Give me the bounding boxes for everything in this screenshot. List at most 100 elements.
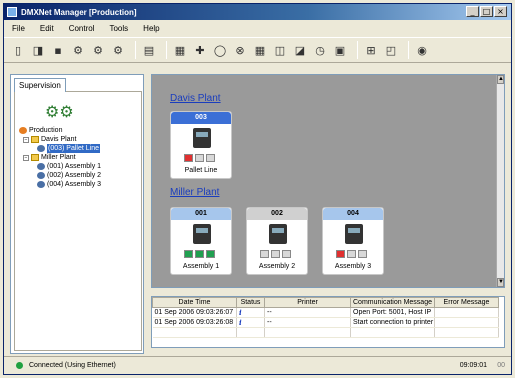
toolbar: ▯ ◨ ▪ ⚙ ⚙ ⚙ ▤ ▦ ✚ ◯ ⊗ ▦ ◫ ◪ ◷ ▣ ⊞ ◰ ◉ bbox=[4, 37, 511, 63]
status-leds bbox=[184, 154, 215, 162]
device-card-002[interactable]: 002 Assembly 2 bbox=[246, 207, 308, 275]
tree-item-label: (001) Assembly 1 bbox=[47, 163, 102, 170]
led-red bbox=[184, 154, 193, 162]
log-datetime: 01 Sep 2006 09:03:26:07 bbox=[152, 307, 237, 318]
status-indicator: 00 bbox=[497, 362, 505, 369]
column-header[interactable]: Communication Message bbox=[350, 297, 435, 308]
column-header[interactable]: Error Message bbox=[434, 297, 499, 308]
tree-item-label: (003) Pallet Line bbox=[47, 144, 100, 153]
tree-item-label: Davis Plant bbox=[41, 136, 77, 143]
info-icon: i bbox=[236, 317, 265, 328]
scroll-up-icon[interactable]: ▲ bbox=[497, 75, 504, 84]
tab-supervision[interactable]: Supervision bbox=[14, 78, 66, 92]
tree-item-assembly-3[interactable]: (004) Assembly 3 bbox=[19, 180, 101, 189]
connect-icon[interactable]: ⚙ bbox=[70, 42, 86, 58]
toolbar-separator bbox=[135, 41, 136, 59]
close-button[interactable]: × bbox=[494, 6, 507, 17]
tree-item-miller-plant[interactable]: − Miller Plant bbox=[19, 153, 101, 162]
device-label: Pallet Line bbox=[184, 167, 218, 174]
device-card-001[interactable]: 001 Assembly 1 bbox=[170, 207, 232, 275]
led-grey bbox=[271, 250, 280, 258]
tree-item-pallet-line[interactable]: (003) Pallet Line bbox=[19, 144, 101, 153]
log-error-message bbox=[434, 317, 499, 328]
status-bar: Connected (Using Ethernet) 09:09:01 00 bbox=[4, 356, 511, 374]
disconnect-icon[interactable]: ⚙ bbox=[90, 42, 106, 58]
title-bar[interactable]: DMXNet Manager [Production] _ □ × bbox=[4, 4, 511, 20]
save-icon[interactable]: ▪ bbox=[50, 42, 66, 58]
toolbar-separator bbox=[408, 41, 409, 59]
device-icon bbox=[37, 163, 45, 170]
app-window: DMXNet Manager [Production] _ □ × File E… bbox=[3, 3, 512, 375]
help-icon[interactable]: ◉ bbox=[414, 42, 430, 58]
device-label: Assembly 1 bbox=[182, 263, 220, 270]
supervision-panel: ⚙⚙ Production − Davis Plant (003) Pallet… bbox=[14, 91, 142, 351]
printer-icon bbox=[269, 224, 287, 244]
log-header-row: Date Time Status Printer Communication M… bbox=[152, 297, 499, 308]
device-label: Assembly 2 bbox=[258, 263, 296, 270]
device-icon bbox=[37, 145, 45, 152]
device-label: Assembly 3 bbox=[334, 263, 372, 270]
canvas-scrollbar[interactable]: ▲ ▼ bbox=[496, 75, 504, 287]
scroll-down-icon[interactable]: ▼ bbox=[497, 278, 504, 287]
align-icon[interactable]: ⊞ bbox=[363, 42, 379, 58]
connection-status: Connected (Using Ethernet) bbox=[29, 362, 116, 369]
menu-edit[interactable]: Edit bbox=[40, 24, 54, 33]
tree-item-production[interactable]: Production bbox=[19, 126, 101, 135]
menu-help[interactable]: Help bbox=[143, 24, 159, 33]
app-icon bbox=[7, 7, 17, 17]
device-id: 004 bbox=[323, 208, 383, 220]
open-folder-icon[interactable]: ◨ bbox=[30, 42, 46, 58]
log-printer: -- bbox=[264, 317, 351, 328]
plant-link-davis[interactable]: Davis Plant bbox=[170, 93, 221, 104]
led-green bbox=[184, 250, 193, 258]
menu-tools[interactable]: Tools bbox=[109, 24, 128, 33]
column-header[interactable]: Status bbox=[236, 297, 265, 308]
start-icon[interactable]: ◯ bbox=[212, 42, 228, 58]
properties-icon[interactable]: ▦ bbox=[172, 42, 188, 58]
log-comm-message: Open Port: 5001, Host IP bbox=[350, 307, 435, 318]
device-tree: Production − Davis Plant (003) Pallet Li… bbox=[19, 126, 101, 189]
clipboard-icon[interactable]: ◰ bbox=[383, 42, 399, 58]
led-red bbox=[336, 250, 345, 258]
grid-icon[interactable]: ▦ bbox=[252, 42, 268, 58]
collapse-icon[interactable]: − bbox=[23, 154, 29, 161]
minimize-button[interactable]: _ bbox=[466, 6, 479, 17]
settings-icon[interactable]: ⚙ bbox=[110, 42, 126, 58]
log-error-message bbox=[434, 307, 499, 318]
monitor-icon[interactable]: ▣ bbox=[332, 42, 348, 58]
tree-item-label: Production bbox=[29, 127, 63, 134]
collapse-icon[interactable]: − bbox=[23, 136, 29, 143]
column-header[interactable]: Printer bbox=[264, 297, 351, 308]
clock-icon[interactable]: ◷ bbox=[312, 42, 328, 58]
status-leds bbox=[336, 250, 367, 258]
tree-item-davis-plant[interactable]: − Davis Plant bbox=[19, 135, 101, 144]
tree-item-assembly-1[interactable]: (001) Assembly 1 bbox=[19, 162, 101, 171]
table-row[interactable]: 01 Sep 2006 09:03:26:08 i -- Start conne… bbox=[152, 317, 499, 328]
table-row[interactable]: 01 Sep 2006 09:03:26:07 i -- Open Port: … bbox=[152, 307, 499, 318]
tree-item-label: Miller Plant bbox=[41, 154, 76, 161]
window-title: DMXNet Manager [Production] bbox=[21, 7, 137, 17]
folder-icon bbox=[31, 154, 39, 161]
add-device-icon[interactable]: ✚ bbox=[192, 42, 208, 58]
view-dropdown-icon[interactable]: ▤ bbox=[141, 42, 157, 58]
maximize-button[interactable]: □ bbox=[480, 6, 493, 17]
plant-link-miller[interactable]: Miller Plant bbox=[170, 187, 219, 198]
toolbar-separator bbox=[357, 41, 358, 59]
new-file-icon[interactable]: ▯ bbox=[10, 42, 26, 58]
device-card-003[interactable]: 003 Pallet Line bbox=[170, 111, 232, 179]
tree-item-assembly-2[interactable]: (002) Assembly 2 bbox=[19, 171, 101, 180]
log-comm-message: Start connection to printer bbox=[350, 317, 435, 328]
led-grey bbox=[195, 154, 204, 162]
column-header[interactable]: Date Time bbox=[152, 297, 237, 308]
stop-icon[interactable]: ⊗ bbox=[232, 42, 248, 58]
status-icon[interactable]: ◪ bbox=[292, 42, 308, 58]
layout-icon[interactable]: ◫ bbox=[272, 42, 288, 58]
menu-file[interactable]: File bbox=[12, 24, 25, 33]
message-log: Date Time Status Printer Communication M… bbox=[151, 296, 505, 348]
led-grey bbox=[206, 154, 215, 162]
menu-control[interactable]: Control bbox=[69, 24, 95, 33]
table-row bbox=[152, 327, 499, 338]
connection-status-icon bbox=[16, 362, 23, 369]
device-card-004[interactable]: 004 Assembly 3 bbox=[322, 207, 384, 275]
status-time: 09:09:01 bbox=[459, 362, 487, 369]
